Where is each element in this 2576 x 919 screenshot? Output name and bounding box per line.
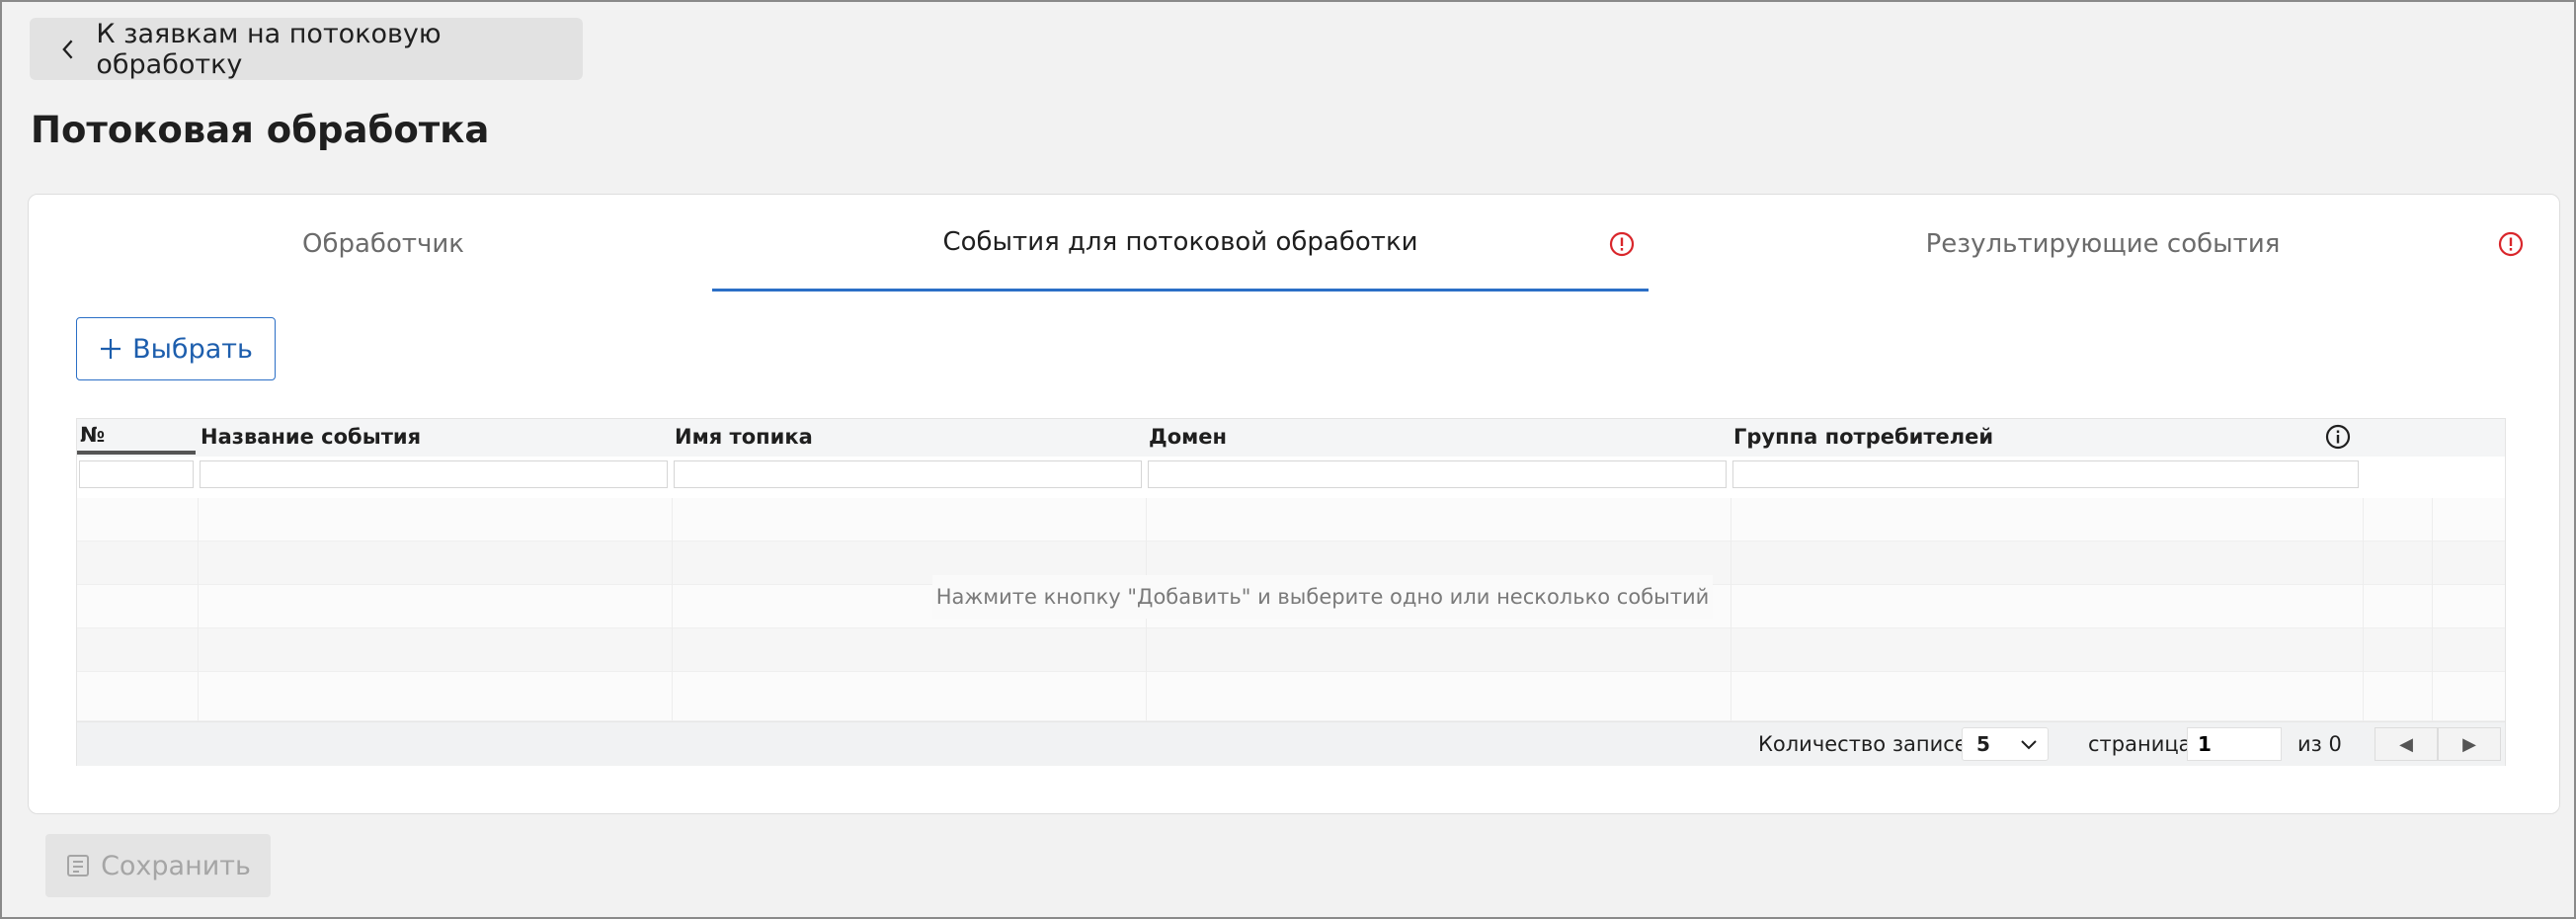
tab-label: События для потоковой обработки: [942, 226, 1418, 257]
column-header-number[interactable]: №: [77, 419, 196, 455]
column-header-event-name[interactable]: Название события: [198, 419, 672, 455]
filter-topic-name-input[interactable]: [674, 460, 1142, 488]
select-button-label: Выбрать: [132, 333, 253, 365]
filter-number-input[interactable]: [79, 460, 194, 488]
filter-domain-input[interactable]: [1148, 460, 1727, 488]
warning-icon: [1609, 231, 1635, 257]
content-card: Обработчик События для потоковой обработ…: [28, 194, 2560, 814]
next-page-icon: ▶: [2462, 733, 2476, 755]
save-button[interactable]: Сохранить: [45, 834, 271, 897]
prev-page-icon: ◀: [2399, 733, 2413, 755]
empty-table-message: Нажмите кнопку "Добавить" и выберите одн…: [932, 575, 1713, 619]
info-icon[interactable]: [2325, 424, 2351, 450]
column-divider: [2363, 498, 2364, 725]
tab-result-events[interactable]: Результирующие события: [1649, 195, 2557, 293]
prev-page-button[interactable]: ◀: [2375, 727, 2438, 761]
table-row: [77, 628, 2505, 672]
back-button[interactable]: К заявкам на потоковую обработку: [30, 18, 583, 80]
pagination-bar: Количество записей 5 страница из 0 ◀ ▶: [77, 721, 2505, 766]
events-table: № Название события Имя топика Домен Груп…: [76, 418, 2506, 766]
column-header-consumer-group[interactable]: Группа потребителей: [1731, 419, 2363, 455]
save-icon: [67, 855, 90, 877]
column-divider: [672, 498, 673, 725]
tab-handler[interactable]: Обработчик: [76, 195, 690, 293]
page-title: Потоковая обработка: [31, 109, 490, 151]
table-header: № Название события Имя топика Домен Груп…: [77, 419, 2505, 458]
total-pages-label: из 0: [2297, 732, 2342, 756]
column-divider: [2432, 498, 2433, 725]
page-size-select[interactable]: 5: [1962, 727, 2049, 761]
page-size-value: 5: [1976, 732, 1990, 756]
chevron-down-icon: [2021, 740, 2037, 750]
next-page-button[interactable]: ▶: [2438, 727, 2501, 761]
tab-bar: Обработчик События для потоковой обработ…: [29, 195, 2559, 293]
tab-label: Обработчик: [302, 229, 464, 259]
chevron-left-icon: [62, 39, 73, 59]
table-row: [77, 672, 2505, 721]
column-divider: [198, 498, 199, 725]
select-button[interactable]: Выбрать: [76, 317, 276, 380]
page-number-input[interactable]: [2187, 727, 2282, 761]
filter-row: [77, 457, 2505, 498]
tab-stream-events[interactable]: События для потоковой обработки: [712, 195, 1649, 292]
back-button-label: К заявкам на потоковую обработку: [96, 18, 442, 80]
plus-icon: [101, 339, 121, 359]
page-label: страница: [2088, 732, 2192, 756]
table-row: [77, 498, 2505, 542]
filter-event-name-input[interactable]: [200, 460, 668, 488]
tab-label: Результирующие события: [1925, 229, 2281, 259]
save-button-label: Сохранить: [101, 850, 251, 881]
records-count-label: Количество записей: [1758, 732, 1981, 756]
filter-consumer-group-input[interactable]: [1732, 460, 2359, 488]
column-header-topic-name[interactable]: Имя топика: [672, 419, 1146, 455]
column-header-domain[interactable]: Домен: [1146, 419, 1731, 455]
warning-icon: [2498, 231, 2524, 257]
